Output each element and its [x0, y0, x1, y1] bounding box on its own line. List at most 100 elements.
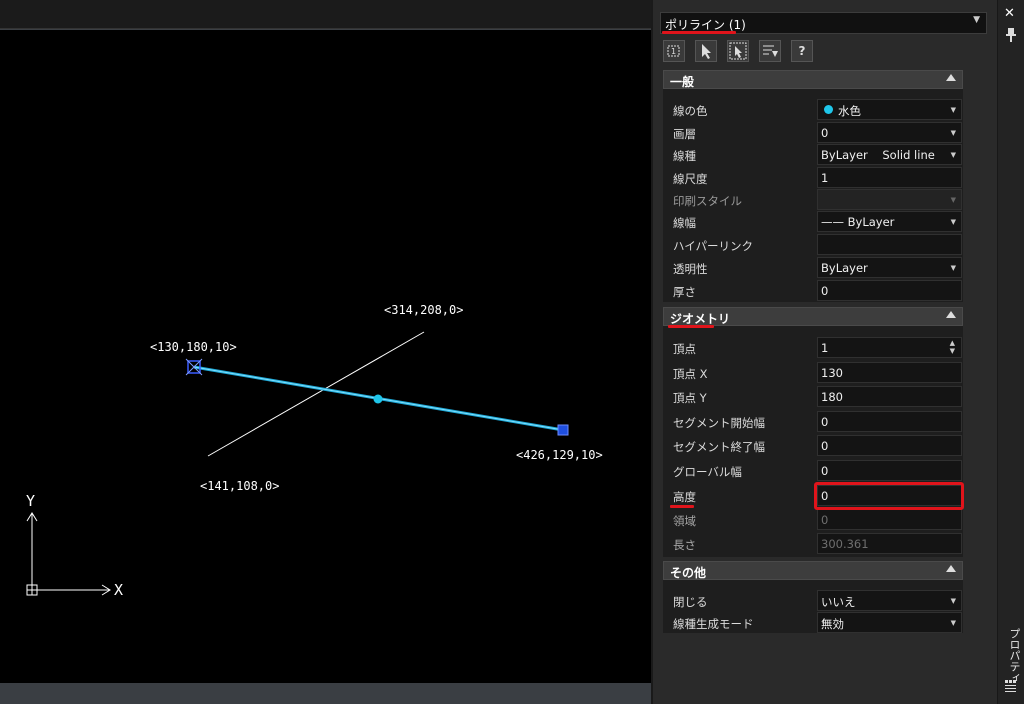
svg-text:1: 1: [671, 47, 676, 56]
end-width-field[interactable]: 0: [817, 435, 962, 456]
prop-label: 頂点 Y: [673, 391, 707, 405]
prop-row-vertex-y[interactable]: 頂点 Y 180: [663, 386, 963, 408]
section-geometry-header[interactable]: ジオメトリ: [663, 307, 963, 326]
prop-label: セグメント開始幅: [673, 416, 765, 430]
prop-row-lineweight[interactable]: 線幅 —— ByLayer ▼: [663, 211, 963, 233]
section-geometry: ジオメトリ 頂点 1 ▲ ▼ 頂点 X 130 頂点 Y 180 セグメント開始幅…: [663, 307, 963, 557]
prop-row-start-width[interactable]: セグメント開始幅 0: [663, 411, 963, 433]
filter-button[interactable]: [759, 40, 781, 62]
chevron-down-icon: ▼: [973, 15, 980, 25]
linetype-dropdown[interactable]: ByLayer Solid line ▼: [817, 144, 962, 165]
thickness-field[interactable]: 0: [817, 280, 962, 301]
prop-label: 頂点 X: [673, 367, 708, 381]
prop-label: 高度: [673, 490, 696, 504]
prop-row-transparency[interactable]: 透明性 ByLayer ▼: [663, 257, 963, 279]
prop-label: ハイパーリンク: [673, 239, 754, 253]
prop-row-linetype[interactable]: 線種 ByLayer Solid line ▼: [663, 144, 963, 166]
list-filter-icon: [763, 45, 778, 57]
prop-row-plotstyle[interactable]: 印刷スタイル ▼: [663, 189, 963, 211]
model-space-canvas[interactable]: <130,180,10> <426,129,10> <314,208,0> <1…: [0, 30, 651, 683]
selector-red-underline: [662, 31, 736, 34]
linetype-scale-field[interactable]: 1: [817, 167, 962, 188]
chevron-down-icon: ▼: [950, 106, 956, 114]
close-icon[interactable]: ✕: [1004, 6, 1015, 21]
prop-row-layer[interactable]: 画層 0 ▼: [663, 122, 963, 144]
prop-value: 300.361: [821, 537, 869, 551]
prop-row-linetype-generation[interactable]: 線種生成モード 無効 ▼: [663, 612, 963, 634]
layer-dropdown[interactable]: 0 ▼: [817, 122, 962, 143]
toggle-pickadd-button[interactable]: 1: [663, 40, 685, 62]
prop-value: 水色: [838, 104, 861, 118]
prop-row-hyperlink[interactable]: ハイパーリンク: [663, 234, 963, 256]
prop-label: セグメント終了幅: [673, 440, 765, 454]
palette-title: プロパティ: [1008, 628, 1021, 683]
help-button[interactable]: ?: [791, 40, 813, 62]
prop-label: 長さ: [673, 538, 696, 552]
chevron-down-icon: ▼: [950, 264, 956, 272]
color-dropdown[interactable]: 水色 ▼: [817, 99, 962, 120]
drawing-svg[interactable]: [0, 30, 651, 683]
midpoint-grip[interactable]: [373, 394, 383, 404]
prop-value: 1: [821, 341, 829, 355]
collapse-triangle-icon[interactable]: [946, 311, 956, 318]
prop-label: 領域: [673, 514, 696, 528]
prop-value: 0: [821, 439, 829, 453]
section-general-header[interactable]: 一般: [663, 70, 963, 89]
prop-label: 線種生成モード: [673, 617, 754, 631]
prop-value: 無効: [821, 617, 844, 631]
closed-dropdown[interactable]: いいえ ▼: [817, 590, 962, 611]
prop-label: 厚さ: [673, 285, 696, 299]
select-objects-button[interactable]: [695, 40, 717, 62]
prop-value: —— ByLayer: [821, 215, 895, 229]
prop-row-linetype-scale[interactable]: 線尺度 1: [663, 167, 963, 189]
chevron-down-icon: ▼: [950, 619, 956, 627]
plotstyle-dropdown[interactable]: ▼: [817, 189, 962, 210]
section-other-header[interactable]: その他: [663, 561, 963, 580]
prop-label: 線種: [673, 149, 696, 163]
geometry-red-underline: [668, 325, 714, 328]
prop-row-thickness[interactable]: 厚さ 0: [663, 280, 963, 302]
collapse-triangle-icon[interactable]: [946, 74, 956, 81]
chevron-down-icon: ▼: [950, 129, 956, 137]
prop-label: 線の色: [673, 104, 708, 118]
section-other: その他 閉じる いいえ ▼ 線種生成モード 無効 ▼: [663, 561, 963, 633]
palette-title-strip: ✕ プロパティ: [997, 0, 1024, 704]
lineweight-dropdown[interactable]: —— ByLayer ▼: [817, 211, 962, 232]
prop-row-vertex-x[interactable]: 頂点 X 130: [663, 362, 963, 384]
quick-select-button[interactable]: [727, 40, 749, 62]
prop-value: 1: [821, 171, 829, 185]
prop-value: 0: [821, 126, 829, 140]
collapse-triangle-icon[interactable]: [946, 565, 956, 572]
properties-icon[interactable]: [1005, 680, 1017, 697]
pin-icon[interactable]: [1006, 28, 1016, 45]
end-grip[interactable]: [557, 424, 569, 436]
section-general: 一般 線の色 水色 ▼ 画層 0 ▼ 線種 ByLayer Solid line…: [663, 70, 963, 302]
prop-row-closed[interactable]: 閉じる いいえ ▼: [663, 590, 963, 612]
chevron-down-icon: ▼: [950, 597, 956, 605]
prop-row-vertex[interactable]: 頂点 1 ▲ ▼: [663, 337, 963, 359]
hyperlink-field[interactable]: [817, 234, 962, 255]
vertex-y-field[interactable]: 180: [817, 386, 962, 407]
elevation-red-highlight: [814, 482, 964, 510]
ucs-x-label: X: [114, 581, 124, 599]
drawing-area[interactable]: <130,180,10> <426,129,10> <314,208,0> <1…: [0, 0, 651, 704]
spinner-arrows-icon[interactable]: ▲ ▼: [950, 339, 955, 355]
prop-value: 180: [821, 390, 843, 404]
vertex-x-field[interactable]: 130: [817, 362, 962, 383]
linetype-generation-dropdown[interactable]: 無効 ▼: [817, 612, 962, 633]
prop-value: 0: [821, 415, 829, 429]
prop-row-end-width[interactable]: セグメント終了幅 0: [663, 435, 963, 457]
start-width-field[interactable]: 0: [817, 411, 962, 432]
prop-label: グローバル幅: [673, 465, 742, 479]
prop-value: いいえ: [821, 595, 856, 609]
prop-row-global-width[interactable]: グローバル幅 0: [663, 460, 963, 482]
vertex-spinner[interactable]: 1 ▲ ▼: [817, 337, 962, 358]
white-line[interactable]: [207, 331, 425, 457]
coord-label-line-top: <314,208,0>: [384, 303, 464, 317]
prop-label: 線尺度: [673, 172, 708, 186]
global-width-field[interactable]: 0: [817, 460, 962, 481]
transparency-dropdown[interactable]: ByLayer ▼: [817, 257, 962, 278]
prop-row-color[interactable]: 線の色 水色 ▼: [663, 99, 963, 121]
prop-value: 0: [821, 513, 829, 527]
prop-label: 画層: [673, 127, 696, 141]
